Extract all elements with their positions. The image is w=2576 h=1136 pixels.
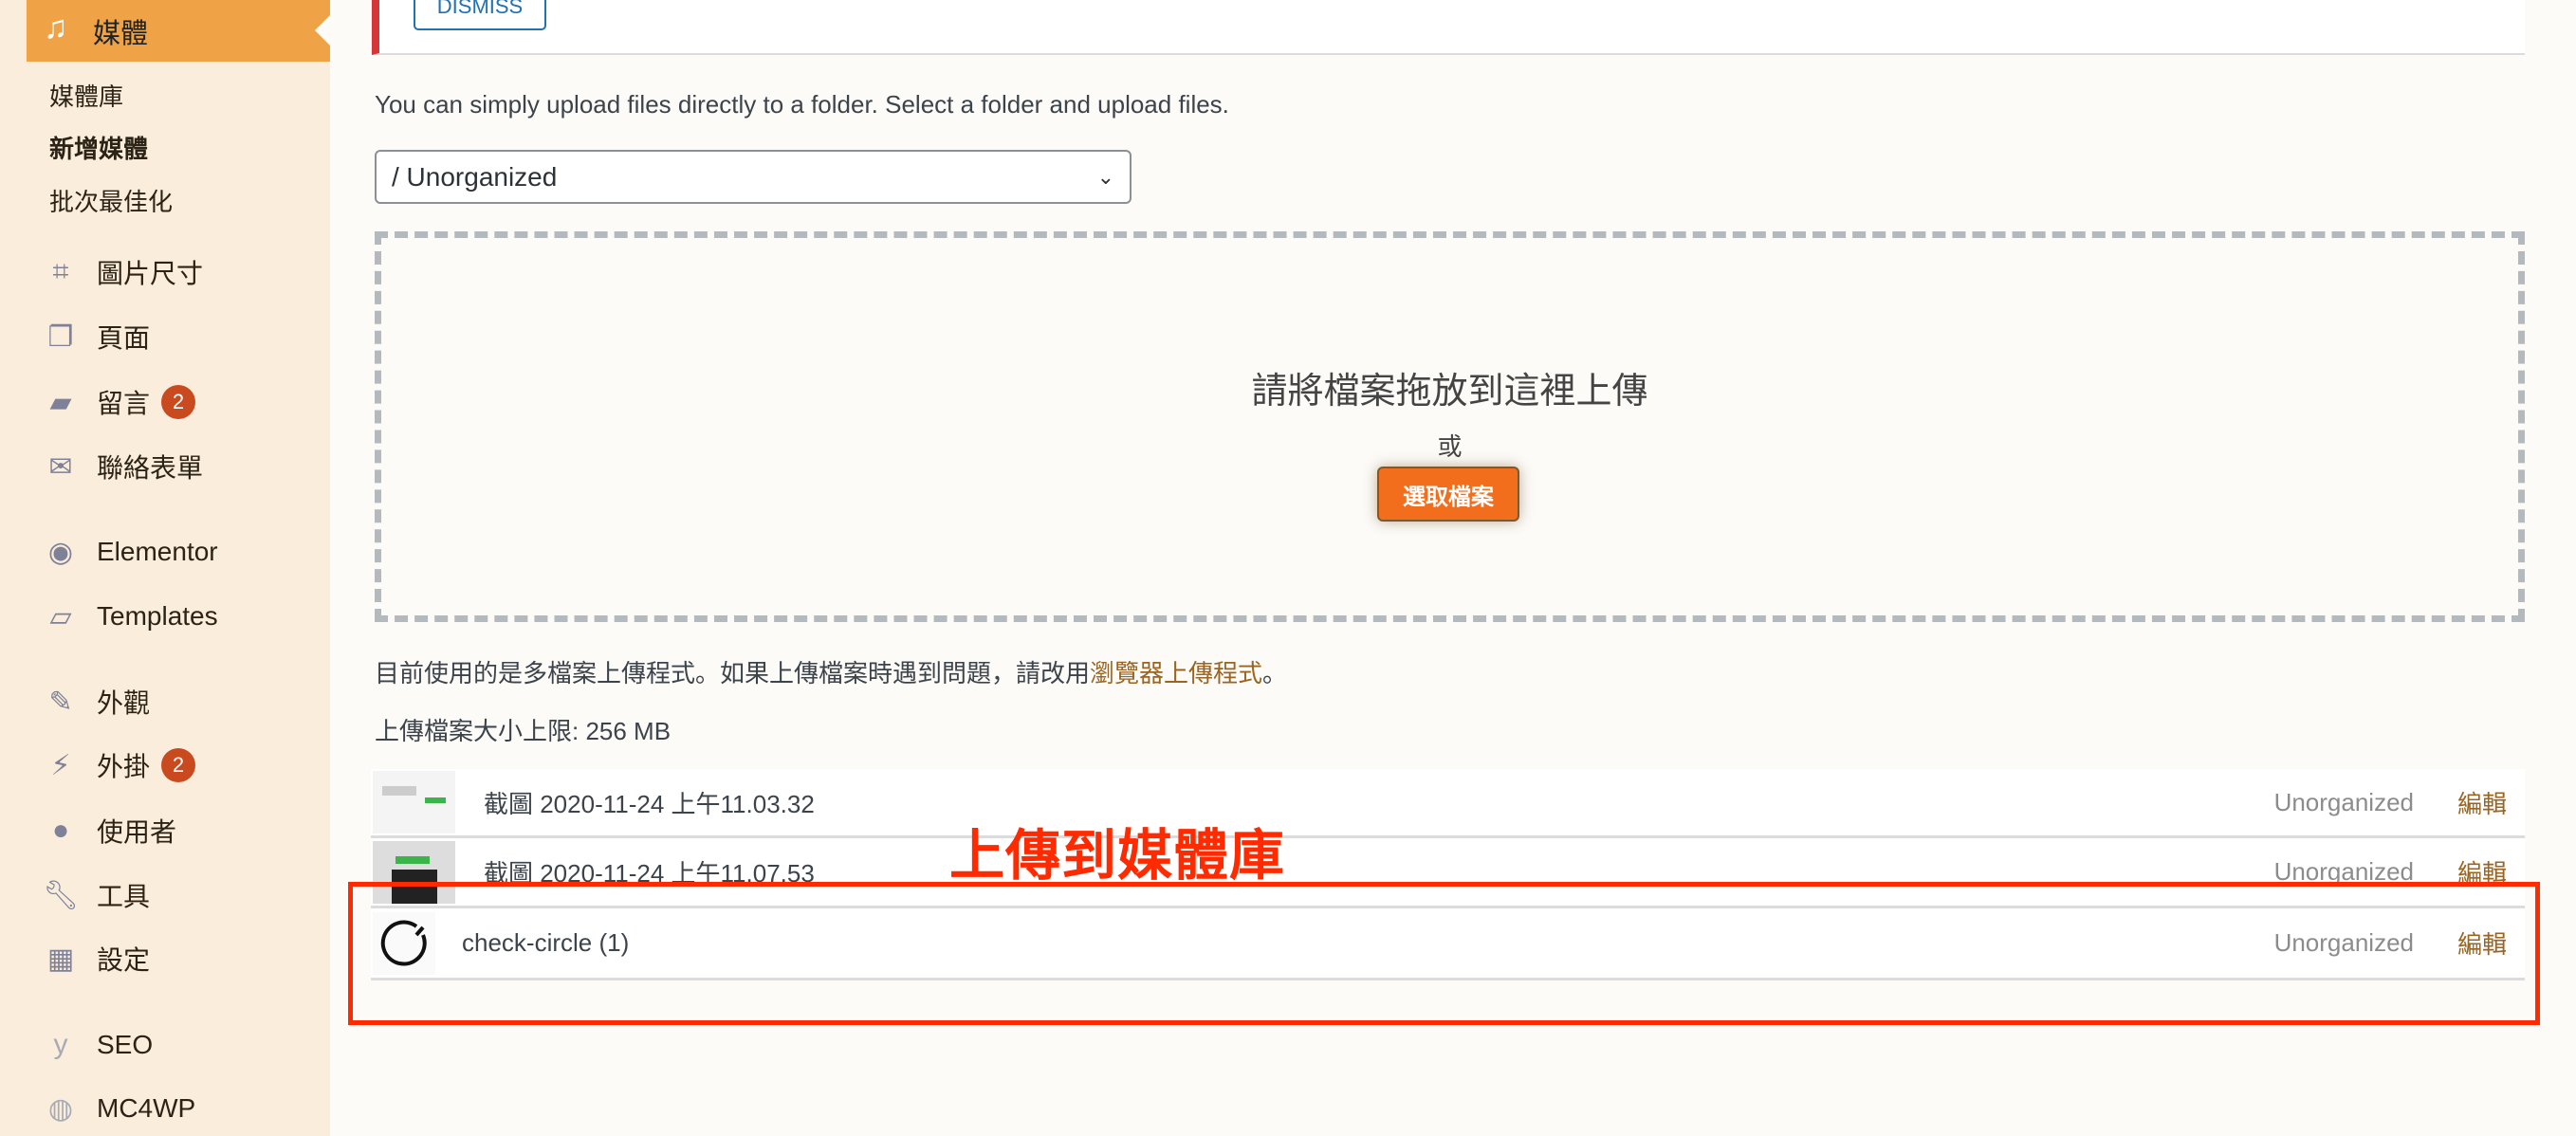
folder-select-value: / Unorganized: [392, 161, 558, 192]
upload-row: 截圖 2020-11-24 上午11.03.32 Unorganized 編輯: [371, 769, 2525, 838]
annotation-highlight-box: [348, 882, 2540, 1025]
edit-link[interactable]: 編輯: [2457, 785, 2507, 820]
drop-zone-or: 或: [1437, 432, 1463, 461]
file-folder: Unorganized: [2273, 787, 2414, 816]
sidebar-item-pages[interactable]: ❐ 頁面: [42, 318, 150, 356]
media-icon: ♫: [44, 9, 68, 46]
submenu-bulk-optimize[interactable]: 批次最佳化: [49, 183, 173, 218]
crop-icon: ⌗: [52, 256, 69, 287]
folder-select[interactable]: / Unorganized ⌄: [375, 150, 1132, 204]
submenu-add-new[interactable]: 新增媒體: [49, 130, 148, 165]
user-icon: ●: [51, 815, 70, 846]
file-thumbnail: [373, 771, 455, 834]
sidebar-item-plugins[interactable]: ⚡ 外掛 2: [42, 746, 196, 784]
max-upload-size: 上傳檔案大小上限: 256 MB: [375, 717, 672, 745]
sidebar-item-label: 頁面: [97, 323, 151, 353]
sidebar-item-label: 聯絡表單: [97, 453, 204, 483]
sidebar-item-label: 媒體: [93, 18, 149, 49]
sidebar-item-label: 工具: [97, 882, 151, 911]
sidebar-item-label: Elementor: [97, 537, 218, 566]
plugin-count-badge: 2: [161, 748, 196, 782]
sidebar-item-appearance[interactable]: ✎ 外觀: [42, 683, 150, 721]
chevron-down-icon: ⌄: [1096, 164, 1114, 189]
comment-count-badge: 2: [161, 385, 196, 419]
dismiss-button[interactable]: DISMISS: [414, 0, 546, 30]
sidebar-item-label: SEO: [97, 1030, 154, 1059]
sidebar-item-label: 外觀: [97, 688, 151, 718]
comment-icon: ▰: [49, 386, 72, 418]
uploader-note-text: 目前使用的是多檔案上傳程式。如果上傳檔案時遇到問題，請改用: [375, 659, 1091, 687]
browser-uploader-link[interactable]: 瀏覽器上傳程式: [1090, 659, 1262, 687]
sidebar-item-label: 外掛: [97, 752, 151, 781]
wrench-icon: 🔧︎: [42, 879, 80, 911]
brush-icon: ✎: [48, 686, 73, 718]
annotation-label: 上傳到媒體庫: [949, 825, 1286, 887]
yoast-icon: y: [53, 1029, 68, 1060]
settings-icon: ▦: [46, 943, 75, 975]
sidebar-item-comments[interactable]: ▰ 留言 2: [42, 383, 196, 421]
uploader-note: 目前使用的是多檔案上傳程式。如果上傳檔案時遇到問題，請改用瀏覽器上傳程式。: [375, 654, 1287, 689]
sidebar-item-mc4wp[interactable]: ◍ MC4WP: [42, 1090, 195, 1127]
sidebar-item-label: 使用者: [97, 817, 177, 847]
drop-zone-title: 請將檔案拖放到這裡上傳: [1251, 372, 1648, 412]
drop-zone[interactable]: 請將檔案拖放到這裡上傳 或 選取檔案: [375, 231, 2525, 622]
sidebar-item-label: 設定: [97, 945, 151, 975]
sidebar-item-tools[interactable]: 🔧︎ 工具: [42, 876, 150, 914]
uploader-note-end: 。: [1262, 659, 1288, 687]
sidebar-item-settings[interactable]: ▦ 設定: [42, 940, 150, 978]
select-files-button[interactable]: 選取檔案: [1377, 467, 1519, 522]
sidebar-item-label: 圖片尺寸: [97, 259, 204, 288]
sidebar-item-users[interactable]: ● 使用者: [42, 812, 176, 850]
sidebar-item-image-sizes[interactable]: ⌗ 圖片尺寸: [42, 253, 203, 291]
elementor-icon: ◉: [47, 536, 74, 568]
sidebar-item-label: 留言: [97, 389, 151, 418]
sidebar-item-label: MC4WP: [97, 1093, 196, 1123]
upload-intro-text: You can simply upload files directly to …: [375, 90, 1229, 119]
error-notice: DISMISS: [372, 0, 2525, 55]
sidebar-item-media[interactable]: ♫ 媒體: [27, 0, 330, 62]
sidebar-item-seo[interactable]: y SEO: [42, 1026, 154, 1064]
submenu-media-library[interactable]: 媒體庫: [49, 78, 123, 113]
file-name: 截圖 2020-11-24 上午11.03.32: [484, 789, 815, 818]
mc4wp-icon: ◍: [47, 1092, 74, 1125]
sidebar-item-templates[interactable]: ▱ Templates: [42, 597, 218, 635]
admin-sidebar: ♫ 媒體 媒體庫 新增媒體 批次最佳化 ⌗ 圖片尺寸 ❐ 頁面 ▰ 留言 2 ✉ 聯絡表單…: [0, 0, 330, 1136]
folder-icon: ▱: [49, 600, 72, 632]
mail-icon: ✉: [48, 450, 73, 483]
sidebar-item-label: Templates: [97, 601, 218, 631]
sidebar-item-contact-forms[interactable]: ✉ 聯絡表單: [42, 448, 203, 486]
sidebar-item-elementor[interactable]: ◉ Elementor: [42, 533, 218, 571]
pages-icon: ❐: [47, 321, 74, 353]
plugin-icon: ⚡: [50, 749, 71, 781]
